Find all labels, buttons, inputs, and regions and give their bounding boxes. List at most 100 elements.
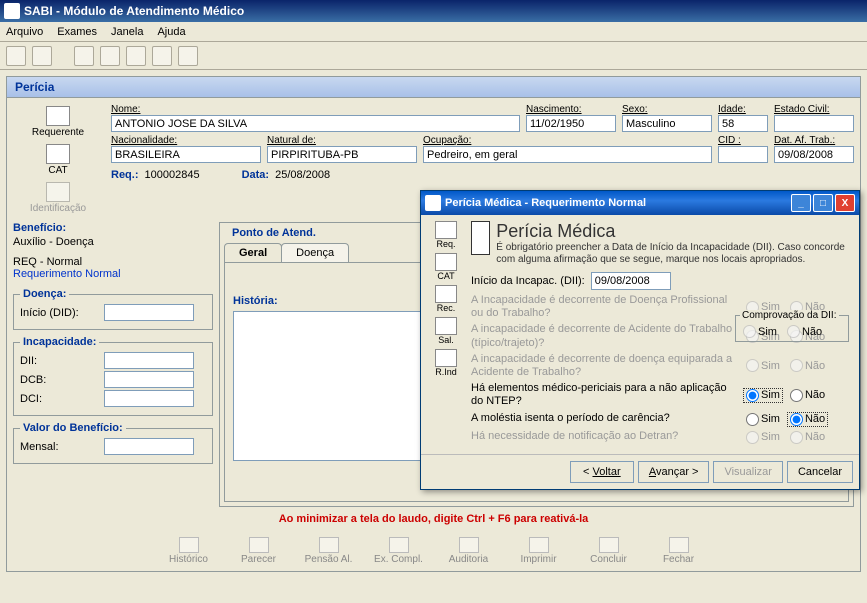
toolbar-btn-4[interactable] xyxy=(100,46,120,66)
dlg-side-rec[interactable]: Rec. xyxy=(435,285,457,313)
info-icon xyxy=(46,182,70,202)
visualizar-button: Visualizar xyxy=(713,461,783,483)
tab-doenca[interactable]: Doença xyxy=(281,243,349,262)
minimize-button[interactable]: _ xyxy=(791,194,811,212)
window-titlebar: SABI - Módulo de Atendimento Médico xyxy=(0,0,867,22)
avancar-button[interactable]: Avançar > xyxy=(638,461,710,483)
window-title: SABI - Módulo de Atendimento Médico xyxy=(24,4,244,18)
toolbar-btn-1[interactable] xyxy=(6,46,26,66)
q4-nao[interactable]: Não xyxy=(787,388,828,403)
comp-sim: Sim xyxy=(740,324,780,339)
panel-title: Perícia xyxy=(7,77,860,98)
btn-fechar[interactable]: Fechar xyxy=(647,535,711,567)
sidebar-cat[interactable]: CAT xyxy=(13,142,103,178)
folder-icon xyxy=(179,537,199,553)
printer-icon xyxy=(529,537,549,553)
menu-exames[interactable]: Exames xyxy=(57,26,97,38)
doenca-fieldset: Doença: Início (DID): xyxy=(13,288,213,330)
money-icon xyxy=(319,537,339,553)
dlg-side-req[interactable]: Req. xyxy=(435,221,457,249)
dii-input[interactable] xyxy=(591,272,671,290)
incapacidade-fieldset: Incapacidade: DII: DCB: DCI: xyxy=(13,336,213,416)
btn-auditoria[interactable]: Auditoria xyxy=(437,535,501,567)
sidebar-requerente[interactable]: Requerente xyxy=(13,104,103,140)
question-4: Há elementos médico-periciais para a não… xyxy=(471,382,853,408)
doc-icon xyxy=(459,537,479,553)
close-button[interactable]: X xyxy=(835,194,855,212)
dlg-side-cat[interactable]: CAT xyxy=(435,253,457,281)
header-icon xyxy=(471,221,490,255)
pericia-dialog: Perícia Médica - Requerimento Normal _ □… xyxy=(420,190,860,490)
requerimento-link[interactable]: Requerimento Normal xyxy=(13,268,213,280)
footer-buttons: Histórico Parecer Pensão Al. Ex. Compl. … xyxy=(7,531,860,571)
q5-sim[interactable]: Sim xyxy=(743,412,783,427)
dialog-sidebar: Req. CAT Rec. Sal. R.Ind xyxy=(427,221,465,448)
dialog-title-text: Perícia Médica - Requerimento Normal xyxy=(445,197,789,209)
q5-nao[interactable]: Não xyxy=(787,412,828,427)
check-icon xyxy=(599,537,619,553)
dlg-side-rind[interactable]: R.Ind xyxy=(435,349,457,377)
door-icon xyxy=(669,537,689,553)
nome-field[interactable] xyxy=(111,115,520,132)
sexo-field[interactable] xyxy=(622,115,712,132)
question-5: A moléstia isenta o período de carência?… xyxy=(471,412,853,427)
dialog-titlebar[interactable]: Perícia Médica - Requerimento Normal _ □… xyxy=(421,191,859,215)
clipboard-icon xyxy=(46,144,70,164)
natural-field[interactable] xyxy=(267,146,417,163)
dialog-header: Perícia Médica xyxy=(496,221,853,242)
q4-sim[interactable]: Sim xyxy=(743,388,783,403)
maximize-button[interactable]: □ xyxy=(813,194,833,212)
dii-field[interactable] xyxy=(104,352,194,369)
left-column: Benefício: Auxílio - Doença REQ - Normal… xyxy=(13,222,213,507)
toolbar-btn-2[interactable] xyxy=(32,46,52,66)
dat-field[interactable] xyxy=(774,146,854,163)
idade-field[interactable] xyxy=(718,115,768,132)
dii-label: Início da Incapac. (DII): xyxy=(471,275,585,287)
doc-icon xyxy=(435,349,457,367)
doc-icon xyxy=(435,221,457,239)
data-value: 25/08/2008 xyxy=(275,169,330,181)
data-label: Data: xyxy=(242,169,270,181)
btn-concluir[interactable]: Concluir xyxy=(577,535,641,567)
inicio-did-field[interactable] xyxy=(104,304,194,321)
dci-field[interactable] xyxy=(104,390,194,407)
cid-field[interactable] xyxy=(718,146,768,163)
nascimento-field[interactable] xyxy=(526,115,616,132)
toolbar xyxy=(0,42,867,70)
dlg-side-sal[interactable]: Sal. xyxy=(435,317,457,345)
voltar-button[interactable]: < Voltar xyxy=(570,461,634,483)
mensal-field[interactable] xyxy=(104,438,194,455)
menubar: Arquivo Exames Janela Ajuda xyxy=(0,22,867,42)
valor-fieldset: Valor do Benefício: Mensal: xyxy=(13,422,213,464)
dcb-field[interactable] xyxy=(104,371,194,388)
tab-geral[interactable]: Geral xyxy=(224,243,282,262)
btn-imprimir[interactable]: Imprimir xyxy=(507,535,571,567)
question-6: Há necessidade de notificação ao Detran?… xyxy=(471,430,853,445)
menu-arquivo[interactable]: Arquivo xyxy=(6,26,43,38)
btn-excompl[interactable]: Ex. Compl. xyxy=(367,535,431,567)
dialog-icon xyxy=(425,195,441,211)
nacionalidade-field[interactable] xyxy=(111,146,261,163)
dialog-content: Perícia Médica É obrigatório preencher a… xyxy=(471,221,853,448)
menu-janela[interactable]: Janela xyxy=(111,26,143,38)
comp-nao: Não xyxy=(784,324,825,339)
toolbar-btn-6[interactable] xyxy=(152,46,172,66)
btn-pensao[interactable]: Pensão Al. xyxy=(297,535,361,567)
money-icon xyxy=(435,317,457,335)
btn-parecer[interactable]: Parecer xyxy=(227,535,291,567)
question-3: A incapacidade é decorrente de doença eq… xyxy=(471,353,853,379)
btn-historico[interactable]: Histórico xyxy=(157,535,221,567)
cancelar-button[interactable]: Cancelar xyxy=(787,461,853,483)
ocupacao-field[interactable] xyxy=(423,146,712,163)
toolbar-btn-7[interactable] xyxy=(178,46,198,66)
document-icon xyxy=(46,106,70,126)
toolbar-btn-3[interactable] xyxy=(74,46,94,66)
clipboard-icon xyxy=(389,537,409,553)
comprovacao-box: Comprovação da DII: Sim Não xyxy=(735,315,849,342)
dialog-desc: É obrigatório preencher a Data de Início… xyxy=(496,242,853,266)
req-value: 100002845 xyxy=(145,169,200,181)
menu-ajuda[interactable]: Ajuda xyxy=(157,26,185,38)
estado-field[interactable] xyxy=(774,115,854,132)
toolbar-btn-5[interactable] xyxy=(126,46,146,66)
folder-icon xyxy=(435,285,457,303)
